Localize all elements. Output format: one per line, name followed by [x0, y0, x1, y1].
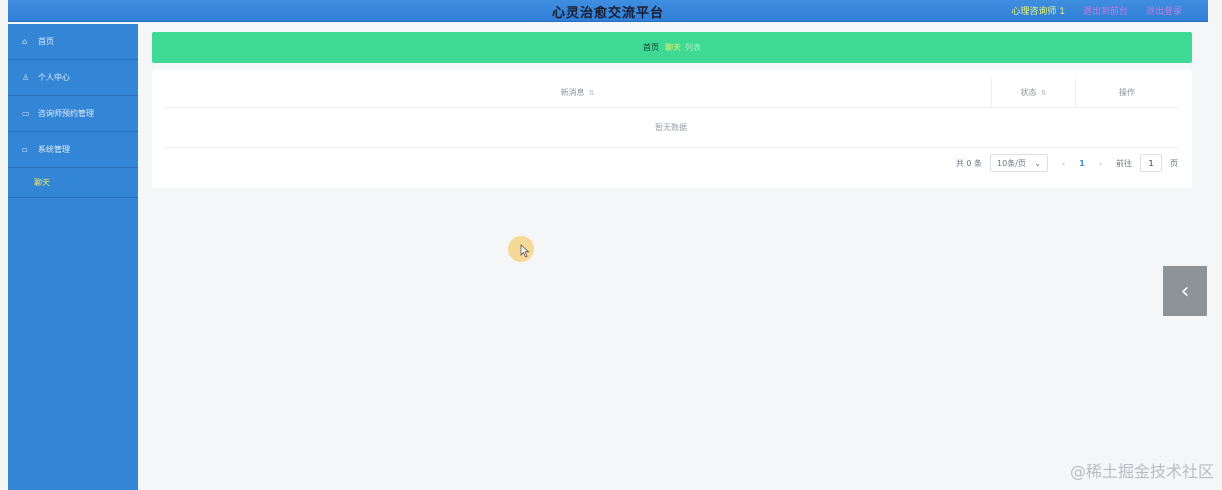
settings-icon: ▫ [22, 145, 28, 154]
column-header-status[interactable]: 状态 ⇅ [992, 78, 1076, 107]
current-page-number[interactable]: 1 [1079, 159, 1085, 168]
sidebar-item-system[interactable]: ▫ 系统管理 [8, 132, 138, 168]
breadcrumb-extra: 列表 [685, 43, 701, 52]
goto-page-input[interactable]: 1 [1140, 154, 1162, 172]
mouse-pointer-icon [520, 244, 530, 258]
watermark: @稀土掘金技术社区 [1069, 462, 1214, 481]
column-header-action: 操作 [1119, 88, 1135, 97]
sidebar-subitem-chat[interactable]: 聊天 [8, 168, 138, 198]
sidebar-item-profile[interactable]: ♙ 个人中心 [8, 60, 138, 96]
sidebar-item-home[interactable]: ⌂ 首页 [8, 24, 138, 60]
goto-label: 前往 [1116, 158, 1132, 168]
go-frontend-link[interactable]: 退出到前台 [1083, 4, 1128, 17]
sort-icon[interactable]: ⇅ [589, 89, 595, 97]
chevron-left-icon: ‹ [1180, 278, 1190, 304]
total-count: 共 0 条 [955, 158, 983, 168]
chevron-down-icon: ⌄ [1034, 158, 1042, 168]
empty-table-message: 暂无数据 [164, 108, 1178, 148]
sidebar-item-appointments[interactable]: ▭ 咨询师预约管理 [8, 96, 138, 132]
page-size-select[interactable]: 10条/页 ⌄ [990, 154, 1049, 172]
current-user-label[interactable]: 心理咨询师 1 [1011, 4, 1065, 17]
pagination: 共 0 条 10条/页 ⌄ ‹ 1 › 前往 1 页 [956, 154, 1178, 172]
next-page-icon[interactable]: › [1093, 159, 1108, 168]
logout-link[interactable]: 退出登录 [1146, 4, 1182, 17]
content-panel: 新消息 ⇅ 状态 ⇅ 操作 暂无数据 共 0 条 10条/页 ⌄ ‹ 1 › 前往 … [152, 70, 1192, 188]
sidebar-item-label: 系统管理 [38, 145, 70, 154]
column-header-message[interactable]: 新消息 ⇅ [164, 78, 992, 107]
top-header: 心灵治愈交流平台 心理咨询师 1 退出到前台 退出登录 [8, 0, 1208, 22]
breadcrumb-current: 聊天 [665, 43, 681, 52]
home-icon: ⌂ [22, 37, 28, 46]
sidebar: ⌂ 首页 ♙ 个人中心 ▭ 咨询师预约管理 ▫ 系统管理 聊天 [8, 24, 138, 490]
breadcrumb-home[interactable]: 首页 [643, 42, 659, 53]
header-actions: 心理咨询师 1 退出到前台 退出登录 [1011, 4, 1182, 17]
page-suffix: 页 [1170, 158, 1178, 168]
breadcrumb: 首页 聊天 列表 [152, 32, 1192, 63]
sidebar-item-label: 首页 [38, 37, 54, 46]
user-icon: ♙ [22, 73, 30, 82]
collapse-panel-button[interactable]: ‹ [1163, 266, 1207, 316]
prev-page-icon[interactable]: ‹ [1056, 159, 1071, 168]
sort-icon[interactable]: ⇅ [1041, 89, 1047, 97]
table-header: 新消息 ⇅ 状态 ⇅ 操作 [164, 78, 1178, 108]
sidebar-item-label: 个人中心 [38, 73, 70, 82]
sidebar-item-label: 咨询师预约管理 [38, 109, 94, 118]
calendar-icon: ▭ [22, 109, 30, 118]
